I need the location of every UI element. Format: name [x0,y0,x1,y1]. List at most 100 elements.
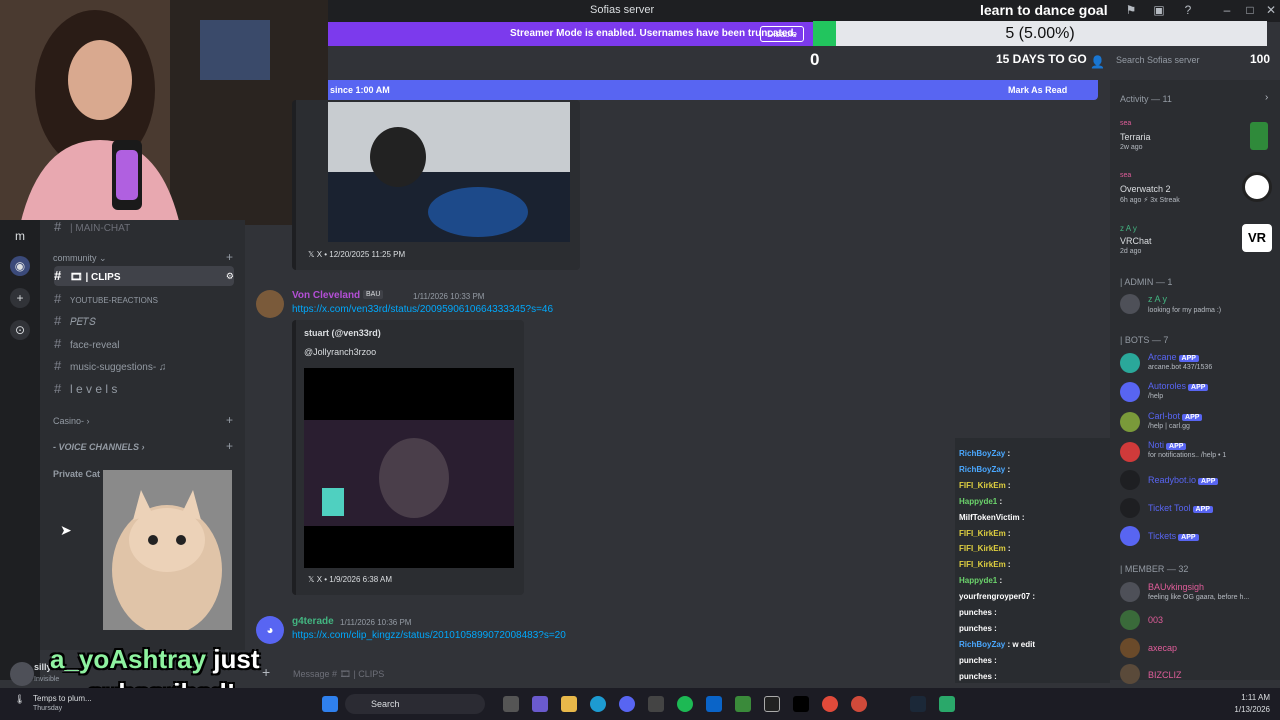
channel-music-suggestions[interactable]: # music-suggestions- ♫ [54,356,234,376]
embed-video-thumbnail[interactable] [304,368,514,568]
channel-levels[interactable]: # l e v e l s [54,379,234,399]
windows-start-icon[interactable] [322,696,338,712]
activity-game: Overwatch 2 [1120,184,1171,194]
avatar[interactable] [1120,294,1140,314]
inbox-icon[interactable]: ⚑ [1124,3,1138,17]
chat-username: yourfrengroyper07 [959,592,1031,602]
member-name[interactable]: Tickets APP [1148,531,1199,541]
category-community[interactable]: community ⌄ [53,253,107,264]
tiktok-icon[interactable] [793,696,809,712]
member-name[interactable]: 003 [1148,615,1163,625]
server-m-icon[interactable]: m [10,226,30,246]
add-channel-icon[interactable]: + [226,439,233,453]
avatar[interactable] [1120,526,1140,546]
chevron-right-icon[interactable]: › [1265,92,1268,103]
weather-text[interactable]: Temps to plum... [33,694,92,703]
avatar[interactable] [1120,610,1140,630]
taskbar-search[interactable]: Search [345,694,485,714]
channel-main-chat[interactable]: # | MAIN-CHAT [54,217,234,237]
mail-icon[interactable] [706,696,722,712]
task-view-icon[interactable] [503,696,519,712]
category-casino[interactable]: Casino- › [53,416,90,426]
mark-as-read-button[interactable]: Mark As Read [1008,85,1067,95]
member-name[interactable]: Arcane APP [1148,352,1199,362]
chat-line: punches : [959,653,997,669]
app-icon[interactable] [735,696,751,712]
add-channel-icon[interactable]: + [226,413,233,427]
message-author[interactable]: g4terade [292,616,334,627]
message-link[interactable]: https://x.com/clip_kingzz/status/2010105… [292,630,566,641]
member-name[interactable]: Carl-bot APP [1148,411,1203,421]
category-voice-channels[interactable]: - VOICE CHANNELS › [53,442,145,452]
add-channel-icon[interactable]: + [226,250,233,264]
app-icon[interactable] [764,696,780,712]
weather-icon[interactable]: 🌡 [14,694,25,705]
member-name[interactable]: BIZCLIZ [1148,670,1182,680]
discord-icon[interactable] [619,696,635,712]
member-name[interactable]: Ticket Tool APP [1148,503,1213,513]
avatar[interactable] [1120,470,1140,490]
activity-game: Terraria [1120,132,1151,142]
message-author[interactable]: Von Cleveland [292,290,360,301]
message-input[interactable]: Message # 🎞 | CLIPS [283,662,953,684]
server-avatar-icon[interactable]: ◉ [10,256,30,276]
member-name[interactable]: Autoroles APP [1148,381,1209,391]
spotify-icon[interactable] [677,696,693,712]
add-attachment-icon[interactable]: + [262,664,270,680]
category-private[interactable]: Private Cat [53,469,100,479]
member-status: looking for my padma :) [1148,307,1222,314]
avatar[interactable] [1120,382,1140,402]
edge-icon[interactable] [590,696,606,712]
avatar[interactable] [1120,412,1140,432]
discover-icon[interactable]: ⊙ [10,320,30,340]
channel-youtube-reactions[interactable]: # YOUTUBE-REACTIONS [54,289,234,309]
add-server-icon[interactable]: + [10,288,30,308]
chat-message: : [1005,480,1011,490]
chrome-icon[interactable] [822,696,838,712]
avatar[interactable] [1120,582,1140,602]
member-name[interactable]: Noti APP [1148,440,1187,450]
chat-username: FIFI_KirkEm [959,528,1006,538]
activity-user[interactable]: z A y [1120,224,1137,233]
terraria-icon [1250,122,1268,150]
search-input[interactable]: Search Sofias server [1116,55,1266,71]
minimize-icon[interactable]: – [1220,3,1234,17]
channel-face-reveal[interactable]: # face-reveal [54,334,234,354]
close-icon[interactable]: ✕ [1264,3,1278,17]
steam-icon[interactable] [910,696,926,712]
activity-user[interactable]: sea [1120,120,1131,127]
clock-date[interactable]: 1/13/2026 [1215,705,1270,714]
copilot-icon[interactable] [532,696,548,712]
disable-streamer-button[interactable]: Disable [760,26,805,42]
avatar[interactable] [1120,638,1140,658]
avatar[interactable] [256,290,284,318]
members-toggle-icon[interactable]: 👤 [1090,55,1105,69]
chat-username: FIFI_KirkEm [959,480,1006,490]
file-explorer-icon[interactable] [561,696,577,712]
avatar[interactable] [1120,498,1140,518]
member-name[interactable]: axecap [1148,643,1177,653]
store-icon[interactable] [648,696,664,712]
member-name[interactable]: Readybot.io APP [1148,475,1219,485]
avatar[interactable] [1120,664,1140,684]
member-name[interactable]: z A y [1148,294,1167,304]
screen-icon[interactable]: ▣ [1152,3,1166,17]
user-avatar[interactable] [10,662,34,686]
avatar[interactable] [1120,442,1140,462]
help-icon[interactable]: ? [1181,3,1195,17]
clock-time[interactable]: 1:11 AM [1225,693,1270,702]
channel-settings-icon[interactable]: ⚙ [226,266,234,286]
channel-clips[interactable]: # 🎞 | CLIPS ⚙ [54,266,234,286]
maximize-icon[interactable]: □ [1243,3,1257,17]
message-link[interactable]: https://x.com/ven33rd/status/20095906106… [292,304,553,315]
avatar[interactable] [1120,353,1140,373]
activity-user[interactable]: sea [1120,172,1131,179]
channel-label: face-reveal [70,340,120,351]
chrome-icon[interactable] [851,696,867,712]
embed-video-thumbnail[interactable] [328,102,570,242]
channel-pets[interactable]: # 𝑃𝐸𝑇𝑆 [54,311,234,331]
obs-icon[interactable] [939,696,955,712]
discord-avatar-icon[interactable]: ◕ [256,616,284,644]
member-name[interactable]: BAUvkingsigh [1148,582,1204,592]
new-messages-since: since 1:00 AM [330,85,390,95]
